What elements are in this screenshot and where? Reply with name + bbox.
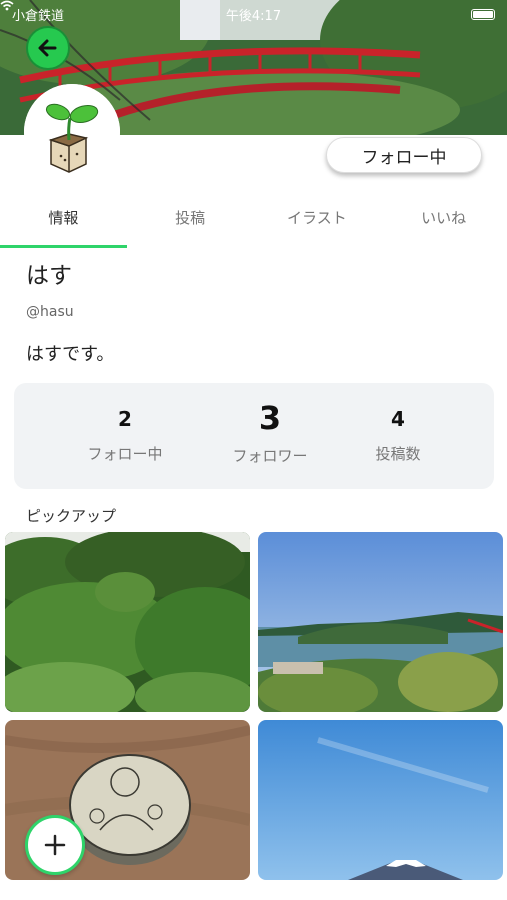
pickup-item[interactable] xyxy=(258,720,503,880)
profile-tabs: 情報 投稿 イラスト いいね xyxy=(0,196,507,248)
mount-fuji-photo xyxy=(258,720,503,880)
stat-posts-label: 投稿数 xyxy=(375,445,421,463)
tab-posts[interactable]: 投稿 xyxy=(127,196,254,248)
tab-likes[interactable]: いいね xyxy=(380,196,507,248)
following-button[interactable]: フォロー中 xyxy=(326,137,482,173)
forest-photo xyxy=(5,532,250,712)
sprout-box-icon xyxy=(24,84,120,180)
battery-icon xyxy=(471,8,495,20)
profile-name: はす xyxy=(26,263,72,289)
pickup-item[interactable] xyxy=(258,532,503,712)
stat-followers-label: フォロワー xyxy=(232,447,308,465)
profile-handle: @hasu xyxy=(26,304,74,320)
pickup-heading: ピックアップ xyxy=(26,507,117,525)
carrier-label: 小倉鉄道 xyxy=(12,8,65,24)
stat-followers-value: 3 xyxy=(258,399,282,437)
status-bar: 小倉鉄道 午後4:17 xyxy=(0,0,507,28)
tab-illustrations[interactable]: イラスト xyxy=(254,196,381,248)
pickup-item[interactable] xyxy=(5,532,250,712)
arrow-left-icon xyxy=(38,39,57,57)
add-post-button[interactable] xyxy=(25,815,85,875)
stat-following-value: 2 xyxy=(118,407,132,431)
plus-icon xyxy=(44,834,66,856)
stat-posts[interactable]: 4 投稿数 xyxy=(358,407,438,464)
avatar[interactable] xyxy=(24,84,120,180)
stat-following-label: フォロー中 xyxy=(87,445,163,463)
stat-following[interactable]: 2 フォロー中 xyxy=(80,407,170,464)
clock: 午後4:17 xyxy=(225,8,282,24)
back-button[interactable] xyxy=(26,26,70,70)
tab-info[interactable]: 情報 xyxy=(0,196,127,248)
stat-followers[interactable]: 3 フォロワー xyxy=(220,399,320,466)
profile-bio: はすです。 xyxy=(26,344,115,365)
bay-landscape-photo xyxy=(258,532,503,712)
stat-posts-value: 4 xyxy=(391,407,405,431)
stats-card: 2 フォロー中 3 フォロワー 4 投稿数 xyxy=(14,383,494,489)
